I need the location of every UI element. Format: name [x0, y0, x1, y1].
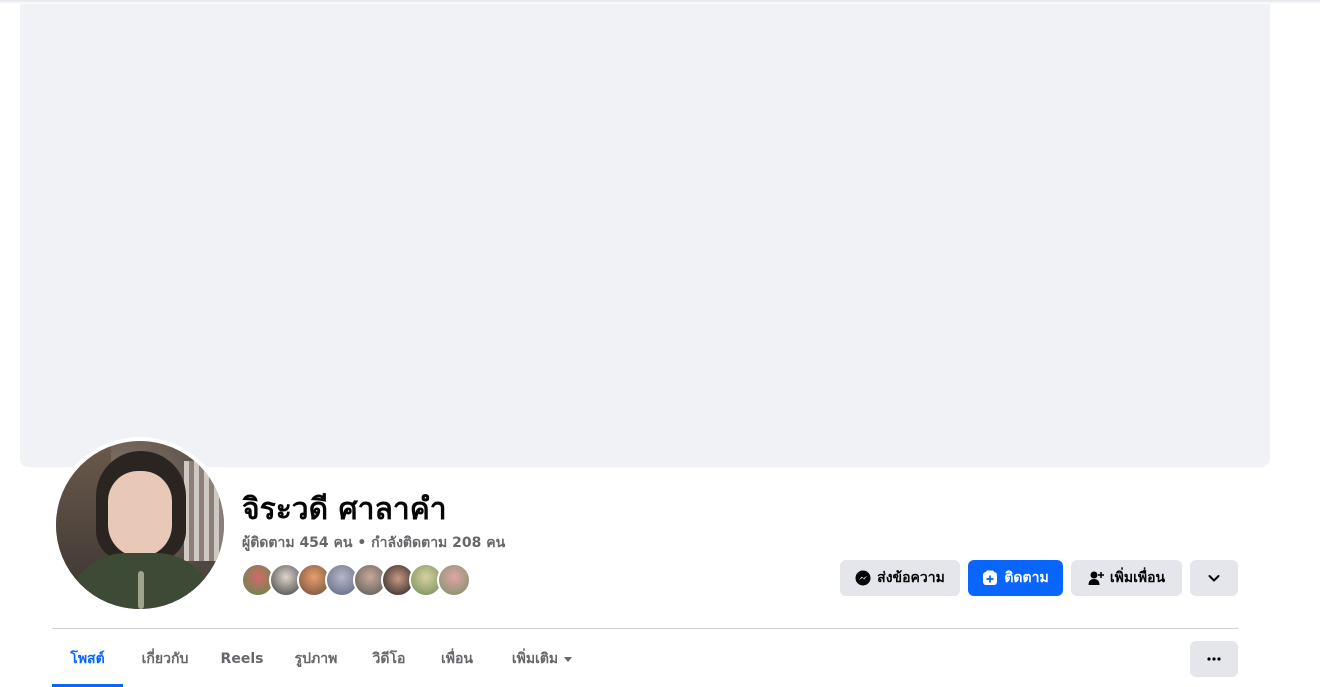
profile-picture[interactable]	[52, 437, 228, 613]
tab-videos[interactable]: วิดีโอ	[360, 640, 418, 686]
follow-button[interactable]: ติดตาม	[968, 560, 1063, 596]
caret-down-icon	[564, 656, 573, 662]
messenger-icon	[855, 570, 871, 586]
follow-button-label: ติดตาม	[1004, 570, 1049, 586]
tab-label: วิดีโอ	[372, 651, 406, 667]
tab-label: โพสต์	[70, 651, 105, 667]
tab-about[interactable]: เกี่ยวกับ	[128, 640, 202, 686]
tab-label: เพิ่มเติม	[511, 651, 559, 667]
tab-label: เกี่ยวกับ	[141, 651, 189, 667]
profile-options-dropdown-button[interactable]	[1190, 560, 1238, 596]
tab-label: เพื่อน	[441, 651, 473, 667]
more-options-button[interactable]	[1190, 641, 1238, 677]
profile-name: จิระวดี ศาลาคำ	[242, 492, 447, 527]
add-friend-button[interactable]: เพิ่มเพื่อน	[1071, 560, 1182, 596]
avatar	[56, 441, 224, 609]
friend-avatar[interactable]	[437, 563, 471, 597]
tab-friends[interactable]: เพื่อน	[428, 640, 486, 686]
chevron-down-icon	[1206, 570, 1222, 586]
add-friend-icon	[1088, 570, 1104, 586]
follow-plus-icon	[982, 570, 998, 586]
tab-label: Reels	[220, 651, 264, 667]
message-button-label: ส่งข้อความ	[877, 570, 945, 586]
message-button[interactable]: ส่งข้อความ	[840, 560, 960, 596]
tab-posts[interactable]: โพสต์	[52, 640, 123, 686]
tab-more[interactable]: เพิ่มเติม	[496, 640, 588, 686]
tab-label: รูปภาพ	[294, 651, 338, 667]
follower-stats[interactable]: ผู้ติดตาม 454 คน • กำลังติดตาม 208 คน	[242, 534, 505, 552]
more-dots-icon	[1206, 651, 1222, 667]
tab-photos[interactable]: รูปภาพ	[280, 640, 352, 686]
cover-photo[interactable]	[20, 4, 1270, 467]
tabs-divider	[52, 628, 1238, 629]
tab-reels[interactable]: Reels	[212, 640, 272, 686]
add-friend-button-label: เพิ่มเพื่อน	[1109, 570, 1166, 586]
